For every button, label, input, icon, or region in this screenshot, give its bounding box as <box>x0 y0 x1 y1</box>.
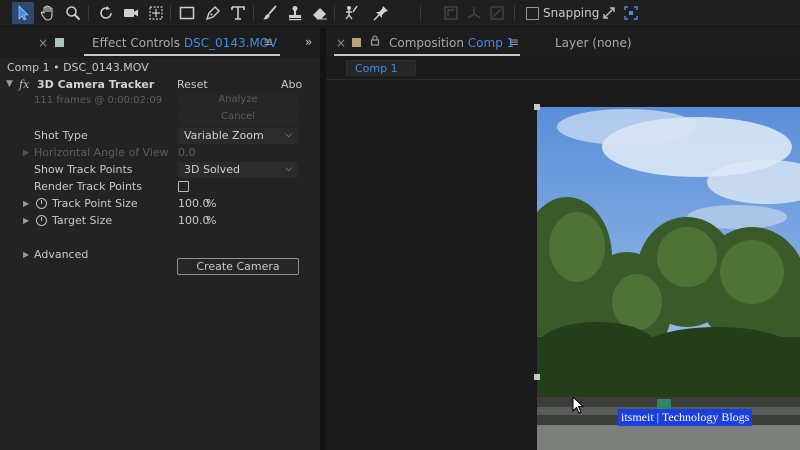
puppet-pin-tool-icon[interactable] <box>370 2 392 24</box>
horizontal-angle-value: 0.0 <box>178 146 196 159</box>
tab-layer[interactable]: Layer (none) <box>555 36 632 50</box>
type-tool-icon[interactable] <box>227 2 249 24</box>
show-track-points-label: Show Track Points <box>34 163 133 176</box>
layer-handle[interactable] <box>534 374 540 380</box>
clone-stamp-tool-icon[interactable] <box>284 2 306 24</box>
toolbar-separator <box>170 5 171 21</box>
toolbar-separator <box>88 5 89 21</box>
analysis-status: 111 frames @ 0:00:02:09 <box>34 95 163 106</box>
shot-type-dropdown[interactable]: Variable Zoom ⌵ <box>178 128 298 144</box>
percent-unit: % <box>206 197 217 210</box>
toolbar-separator <box>514 5 515 21</box>
toolbar-separator <box>420 5 421 21</box>
expand-triangle-icon[interactable]: ▶ <box>23 148 29 157</box>
horizontal-angle-label: Horizontal Angle of View <box>34 146 169 159</box>
panel-menu-icon[interactable]: ≡ <box>263 35 273 49</box>
view-axis-icon <box>486 2 508 24</box>
target-size-value[interactable]: 100.0 <box>178 214 210 227</box>
percent-unit: % <box>206 214 217 227</box>
snap-target-icon[interactable] <box>620 2 642 24</box>
chevron-down-icon: ⌵ <box>285 130 292 140</box>
shot-type-row: Shot Type Variable Zoom ⌵ <box>0 128 320 145</box>
panel-menu-icon[interactable]: ≡ <box>509 35 519 49</box>
cancel-row: Cancel <box>0 111 320 128</box>
shot-type-label: Shot Type <box>34 129 88 142</box>
pen-tool-icon[interactable] <box>202 2 224 24</box>
pan-behind-tool-icon[interactable] <box>145 2 167 24</box>
effect-name: 3D Camera Tracker <box>37 78 155 91</box>
show-track-points-row: Show Track Points 3D Solved ⌵ <box>0 162 320 179</box>
collapse-panels-icon[interactable]: » <box>305 35 312 49</box>
toolbar: Snapping <box>0 0 800 27</box>
chevron-down-icon: ⌵ <box>285 164 292 174</box>
snap-options-icon[interactable] <box>598 2 620 24</box>
target-size-row: ▶ Target Size 100.0 % <box>0 213 320 230</box>
lock-icon[interactable] <box>370 35 380 49</box>
advanced-label[interactable]: Advanced <box>34 248 88 261</box>
close-icon[interactable]: × <box>336 36 346 50</box>
horizontal-angle-row: ▶ Horizontal Angle of View 0.0 <box>0 145 320 162</box>
effect-header-row: ▼ fx 3D Camera Tracker Reset Abo <box>0 77 320 94</box>
composition-panel: × Composition Comp 1 ≡ Layer (none) Comp… <box>326 28 800 450</box>
tab-composition[interactable]: Composition Comp 1 <box>389 36 514 50</box>
toolbar-separator <box>253 5 254 21</box>
zoom-tool-icon[interactable] <box>62 2 84 24</box>
expand-triangle-icon[interactable]: ▶ <box>23 199 29 208</box>
composition-tabbar: × Composition Comp 1 ≡ Layer (none) <box>326 28 800 58</box>
effect-controls-tabbar: × Effect Controls DSC_0143.MOV ≡ <box>0 28 320 58</box>
cancel-button[interactable]: Cancel <box>178 111 298 126</box>
track-point-size-value[interactable]: 100.0 <box>178 197 210 210</box>
hand-tool-icon[interactable] <box>37 2 59 24</box>
rectangle-tool-icon[interactable] <box>176 2 198 24</box>
rotate-tool-icon[interactable] <box>95 2 117 24</box>
active-tab-indicator <box>334 54 520 56</box>
snapping-label: Snapping <box>543 6 600 20</box>
snapping-checkbox[interactable] <box>526 7 539 20</box>
watermark-label: itsmeit | Technology Blogs <box>618 409 753 426</box>
stopwatch-icon[interactable] <box>36 198 47 209</box>
render-track-points-checkbox[interactable] <box>178 181 189 192</box>
stopwatch-icon[interactable] <box>36 215 47 226</box>
fx-icon[interactable]: fx <box>19 78 29 91</box>
roto-brush-tool-icon[interactable] <box>340 2 362 24</box>
render-track-points-row: Render Track Points <box>0 179 320 196</box>
breadcrumb: Comp 1 • DSC_0143.MOV <box>7 61 149 74</box>
show-track-points-dropdown[interactable]: 3D Solved ⌵ <box>178 162 298 178</box>
comp-subtab[interactable]: Comp 1 <box>346 60 416 76</box>
advanced-row: ▶ Advanced <box>0 247 320 264</box>
footage-swatch-icon <box>55 38 64 47</box>
track-point-size-row: ▶ Track Point Size 100.0 % <box>0 196 320 213</box>
target-size-label: Target Size <box>52 214 113 227</box>
layer-handle[interactable] <box>534 104 540 110</box>
expand-triangle-icon[interactable]: ▶ <box>23 216 29 225</box>
active-tab-indicator <box>84 54 280 56</box>
close-icon[interactable]: × <box>38 36 48 50</box>
selection-tool-icon[interactable] <box>12 2 34 24</box>
viewer-divider <box>326 79 800 80</box>
local-axis-icon <box>440 2 462 24</box>
toolbar-separator <box>334 5 335 21</box>
render-track-points-label: Render Track Points <box>34 180 142 193</box>
reset-link[interactable]: Reset <box>177 78 208 91</box>
mouse-cursor-icon <box>572 396 584 414</box>
eraser-tool-icon[interactable] <box>309 2 331 24</box>
expand-triangle-icon[interactable]: ▶ <box>23 250 29 259</box>
collapse-triangle-icon[interactable]: ▼ <box>6 79 13 89</box>
composition-swatch-icon <box>352 38 361 47</box>
effect-controls-panel: × Effect Controls DSC_0143.MOV ≡ Comp 1 … <box>0 28 320 450</box>
tab-effect-controls[interactable]: Effect Controls DSC_0143.MOV <box>92 36 277 50</box>
brush-tool-icon[interactable] <box>259 2 281 24</box>
camera-tool-icon[interactable] <box>120 2 142 24</box>
analysis-status-row: 111 frames @ 0:00:02:09 Analyze <box>0 94 320 111</box>
track-point-size-label: Track Point Size <box>52 197 138 210</box>
analyze-button[interactable]: Analyze <box>178 94 298 109</box>
world-axis-icon <box>463 2 485 24</box>
about-link[interactable]: Abo <box>281 78 302 91</box>
